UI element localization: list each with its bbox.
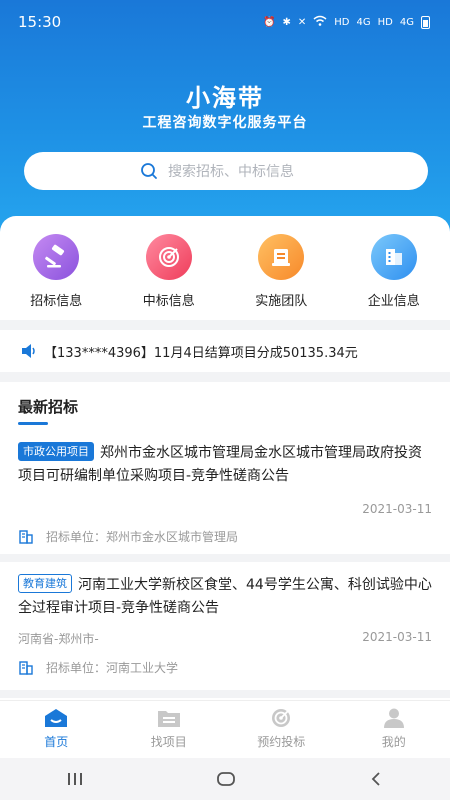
category-team[interactable]: 实施团队: [225, 216, 338, 320]
home-nav-icon[interactable]: [216, 771, 236, 787]
notice-bar[interactable]: 【133****4396】11月4日结算项目分成50135.34元: [0, 330, 450, 372]
category-label: 企业信息: [367, 294, 420, 309]
category-label: 招标信息: [30, 294, 83, 309]
system-nav-bar: [0, 758, 450, 800]
notice-text: 【133****4396】11月4日结算项目分成50135.34元: [44, 345, 358, 361]
building-icon: [19, 529, 33, 544]
list-title: 最新招标: [18, 398, 79, 416]
building-icon: [19, 660, 33, 675]
back-icon[interactable]: [368, 771, 384, 787]
hd-label-2: HD: [377, 16, 393, 28]
search-placeholder: 搜索招标、中标信息: [168, 164, 294, 180]
hd-label-1: HD: [334, 16, 350, 28]
tab-mine[interactable]: 我的: [338, 701, 450, 758]
status-time: 15:30: [18, 13, 62, 31]
target-icon: [272, 709, 291, 727]
bottom-tab-bar: 首页 找项目 预约投标 我的: [0, 700, 450, 758]
title-underline: [18, 422, 48, 425]
divider: [0, 690, 450, 698]
category-tag: 教育建筑: [18, 574, 72, 593]
wifi-icon: [313, 15, 327, 29]
category-winning[interactable]: 中标信息: [113, 216, 226, 320]
tab-label: 首页: [44, 735, 69, 749]
mute-icon: ✕: [297, 16, 307, 28]
item-title: 河南工业大学新校区食堂、44号学生公寓、科创试验中心全过程审计项目-竞争性磋商公…: [18, 577, 432, 616]
target-icon: [145, 234, 192, 280]
latest-bids-list: 最新招标 市政公用项目 郑州市金水区城市管理局金水区城市管理局政府投资项目可研编制…: [0, 382, 450, 700]
folder-icon: [157, 711, 180, 727]
speaker-icon: [22, 344, 35, 358]
tab-label: 找项目: [150, 735, 187, 749]
tab-reserve-bid[interactable]: 预约投标: [225, 701, 338, 758]
item-date: 2021-03-11: [362, 502, 432, 516]
item-date: 2021-03-11: [362, 630, 432, 644]
tab-label: 我的: [381, 735, 406, 749]
unit-label: 招标单位：: [46, 530, 107, 544]
user-icon: [383, 708, 404, 728]
status-icons: ⏰ ✱ ✕ HD 4G HD 4G: [263, 15, 430, 29]
category-bidding[interactable]: 招标信息: [0, 216, 113, 320]
search-input[interactable]: 搜索招标、中标信息: [24, 152, 428, 190]
list-item[interactable]: 教育建筑 河南工业大学新校区食堂、44号学生公寓、科创试验中心全过程审计项目-竞争…: [0, 574, 450, 676]
battery-icon: [421, 15, 430, 29]
unit-name: 河南工业大学: [106, 661, 179, 675]
building-icon: [370, 234, 417, 280]
category-tag: 市政公用项目: [18, 442, 94, 461]
team-icon: [258, 234, 305, 280]
gavel-icon: [33, 234, 80, 280]
recent-apps-icon[interactable]: [66, 771, 84, 787]
unit-label: 招标单位：: [46, 661, 107, 675]
tab-home[interactable]: 首页: [0, 701, 113, 758]
category-company[interactable]: 企业信息: [338, 216, 450, 320]
tab-find-project[interactable]: 找项目: [113, 701, 226, 758]
app-title: 小海带: [186, 84, 264, 112]
search-icon: [141, 163, 157, 179]
bluetooth-icon: ✱: [282, 16, 291, 28]
unit-name: 郑州市金水区城市管理局: [106, 530, 239, 544]
category-label: 中标信息: [142, 294, 195, 309]
item-region: 河南省-郑州市-: [18, 632, 99, 646]
alarm-icon: ⏰: [263, 16, 276, 28]
category-panel: 招标信息 中标信息 实施团队 企业信息: [0, 216, 450, 320]
app-subtitle: 工程咨询数字化服务平台: [142, 115, 308, 131]
signal-2-label: 4G: [399, 16, 414, 28]
category-label: 实施团队: [255, 294, 308, 309]
list-item[interactable]: 市政公用项目 郑州市金水区城市管理局金水区城市管理局政府投资项目可研编制单位采购项…: [0, 442, 450, 545]
home-icon: [45, 709, 68, 727]
status-bar: 15:30 ⏰ ✱ ✕ HD 4G HD 4G: [0, 0, 450, 44]
tab-label: 预约投标: [257, 735, 306, 749]
signal-1-label: 4G: [356, 16, 371, 28]
divider: [0, 554, 450, 562]
